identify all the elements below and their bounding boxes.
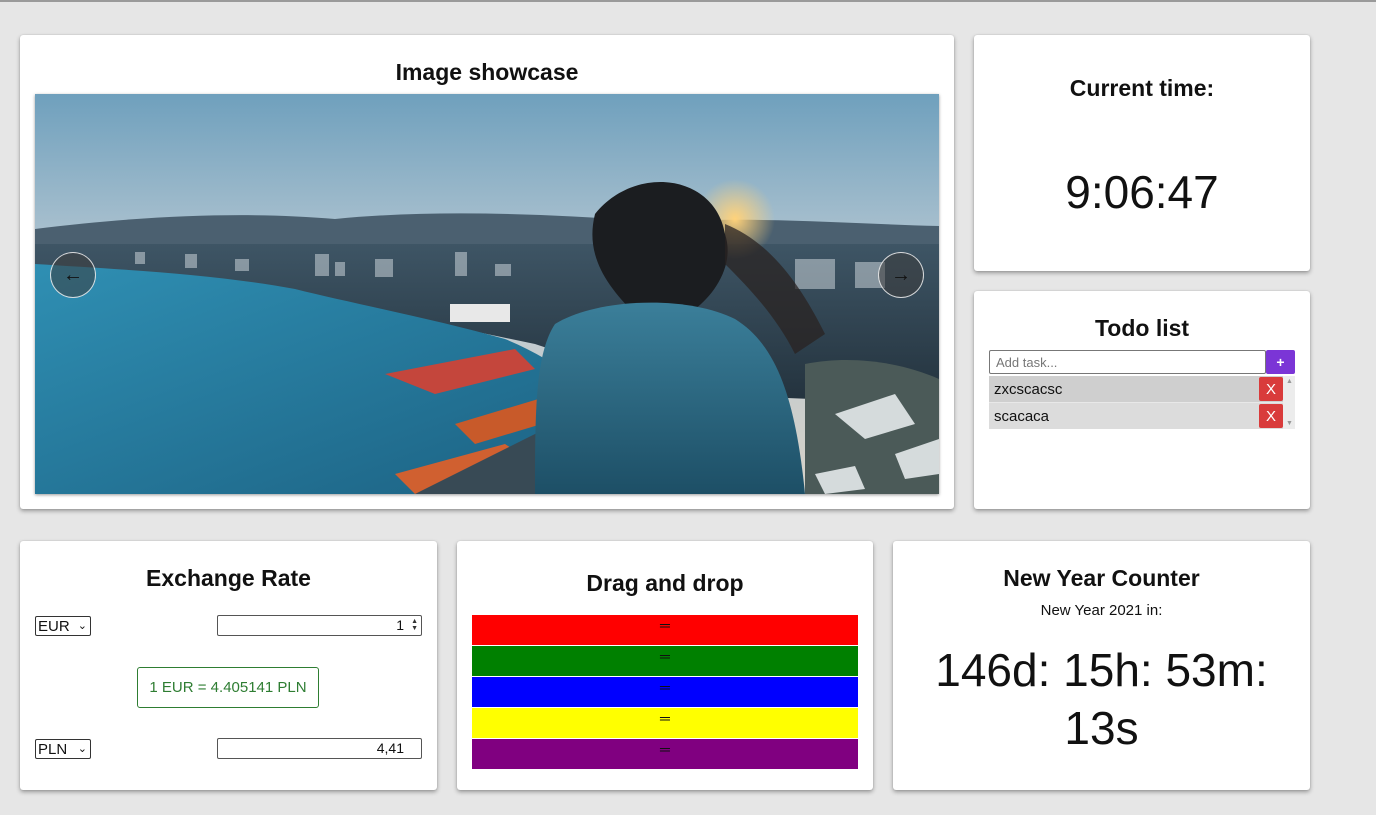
current-time-card: Current time: 9:06:47 xyxy=(974,35,1310,271)
drag-handle-icon[interactable]: ═ xyxy=(660,618,670,645)
todo-item: scacaca X xyxy=(989,403,1283,429)
scroll-down-icon[interactable]: ▼ xyxy=(1286,420,1293,427)
chevron-down-icon: ⌄ xyxy=(77,620,87,632)
draggable-item-red[interactable]: ═ xyxy=(472,615,858,645)
drag-handle-icon[interactable]: ═ xyxy=(660,680,670,707)
to-currency-value: PLN xyxy=(38,740,68,758)
clock-title: Current time: xyxy=(1069,75,1215,101)
to-currency-select[interactable]: PLN ⌄ xyxy=(35,739,91,759)
draggable-item-purple[interactable]: ═ xyxy=(472,739,858,769)
draggable-item-blue[interactable]: ═ xyxy=(472,677,858,707)
clock-time: 9:06:47 xyxy=(1065,166,1219,218)
todo-task-input[interactable] xyxy=(989,350,1266,374)
draggable-item-green[interactable]: ═ xyxy=(472,646,858,676)
from-currency-value: EUR xyxy=(38,617,70,635)
from-currency-select[interactable]: EUR ⌄ xyxy=(35,616,91,636)
todo-item-text: zxcscacsc xyxy=(994,380,1063,398)
from-amount-input[interactable]: 1 ▲ ▼ xyxy=(217,615,422,636)
todo-items: zxcscacsc X scacaca X ▲ ▼ xyxy=(989,376,1295,429)
top-border xyxy=(0,0,1376,2)
todo-item: zxcscacsc X xyxy=(989,376,1283,402)
image-showcase-card: Image showcase ← → xyxy=(20,35,954,509)
add-task-button[interactable]: + xyxy=(1266,350,1295,374)
exchange-rate-display: 1 EUR = 4.405141 PLN xyxy=(137,667,319,708)
scroll-up-icon[interactable]: ▲ xyxy=(1286,378,1293,385)
to-amount-value: 4,41 xyxy=(376,740,404,756)
todo-scrollbar[interactable]: ▲ ▼ xyxy=(1283,376,1295,429)
todo-title: Todo list xyxy=(1094,315,1190,341)
to-amount-input[interactable]: 4,41 xyxy=(217,738,422,759)
dnd-list: ═ ═ ═ ═ ═ xyxy=(472,615,858,770)
chevron-down-icon: ⌄ xyxy=(77,743,87,755)
showcase-title: Image showcase xyxy=(395,59,579,85)
todo-list-card: Todo list + zxcscacsc X scacaca X ▲ ▼ xyxy=(974,291,1310,509)
next-slide-button[interactable]: → xyxy=(878,252,924,298)
drag-handle-icon[interactable]: ═ xyxy=(660,742,670,769)
showcase-slide-image: ← → xyxy=(35,94,939,494)
drag-handle-icon[interactable]: ═ xyxy=(660,649,670,676)
dnd-title: Drag and drop xyxy=(586,570,744,596)
exchange-title: Exchange Rate xyxy=(146,565,311,591)
draggable-item-yellow[interactable]: ═ xyxy=(472,708,858,738)
exchange-rate-card: Exchange Rate EUR ⌄ 1 ▲ ▼ 1 EUR = 4.40514… xyxy=(20,541,437,790)
new-year-counter-card: New Year Counter New Year 2021 in: 146d:… xyxy=(893,541,1310,790)
drag-handle-icon[interactable]: ═ xyxy=(660,711,670,738)
drag-and-drop-card: Drag and drop ═ ═ ═ ═ ═ xyxy=(457,541,873,790)
arrow-right-icon: → xyxy=(891,264,911,286)
todo-item-text: scacaca xyxy=(994,407,1050,425)
arrow-left-icon: ← xyxy=(63,264,83,286)
delete-task-button[interactable]: X xyxy=(1259,404,1283,428)
spinner-icon[interactable]: ▲ ▼ xyxy=(411,618,418,632)
todo-add-row: + xyxy=(989,350,1295,374)
newyear-title: New Year Counter xyxy=(1003,565,1200,591)
newyear-subtitle: New Year 2021 in: xyxy=(1040,602,1163,619)
newyear-countdown: 146d: 15h: 53m: 13s xyxy=(935,644,1268,754)
delete-task-button[interactable]: X xyxy=(1259,377,1283,401)
harbor-photo xyxy=(35,94,939,494)
from-amount-value: 1 xyxy=(396,617,404,633)
prev-slide-button[interactable]: ← xyxy=(50,252,96,298)
rate-text: 1 EUR = 4.405141 PLN xyxy=(149,679,307,696)
